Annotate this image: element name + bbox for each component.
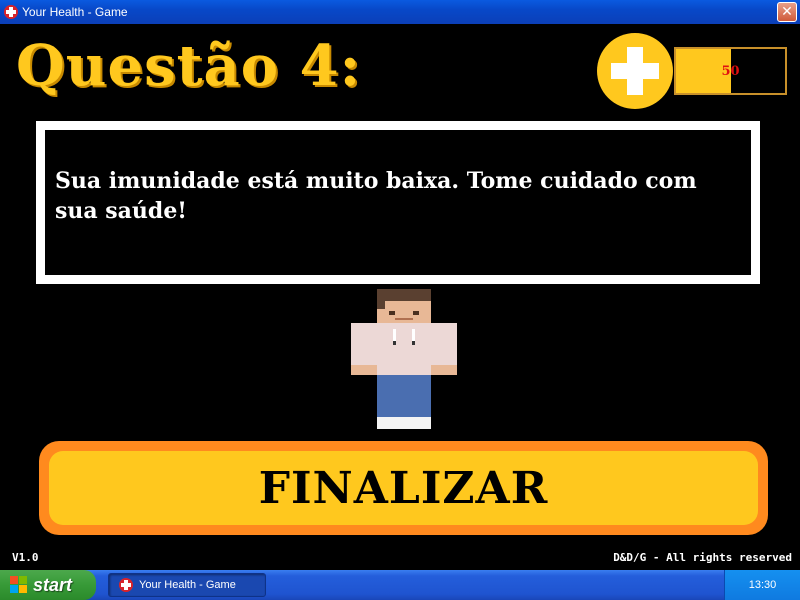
close-button[interactable]: ✕ bbox=[777, 2, 797, 22]
taskbar: start Your Health - Game 13:30 bbox=[0, 570, 800, 600]
start-label: start bbox=[33, 574, 73, 595]
message-box: Sua imunidade está muito baixa. Tome cui… bbox=[36, 121, 760, 284]
finalize-button[interactable]: FINALIZAR bbox=[39, 441, 768, 535]
health-cross-icon bbox=[597, 33, 673, 109]
window-title: Your Health - Game bbox=[22, 5, 128, 19]
finalize-button-label[interactable]: FINALIZAR bbox=[49, 451, 758, 525]
health-value: 50 bbox=[721, 63, 740, 79]
start-button[interactable]: start bbox=[0, 570, 96, 600]
taskbar-item-your-health[interactable]: Your Health - Game bbox=[108, 573, 266, 597]
health-cross-icon bbox=[119, 578, 133, 592]
system-tray: 13:30 bbox=[724, 570, 800, 600]
windows-logo-icon bbox=[10, 576, 28, 594]
question-title: Questão 4: bbox=[16, 33, 362, 99]
copyright-label: D&D/G - All rights reserved bbox=[613, 551, 792, 564]
version-label: V1.0 bbox=[12, 551, 39, 564]
health-cross-icon bbox=[4, 5, 18, 19]
clock: 13:30 bbox=[748, 579, 777, 591]
window-titlebar: Your Health - Game ✕ bbox=[0, 0, 800, 24]
message-text: Sua imunidade está muito baixa. Tome cui… bbox=[55, 168, 697, 224]
health-bar: 50 bbox=[674, 47, 787, 95]
player-character bbox=[351, 289, 457, 429]
taskbar-item-label: Your Health - Game bbox=[139, 579, 236, 591]
